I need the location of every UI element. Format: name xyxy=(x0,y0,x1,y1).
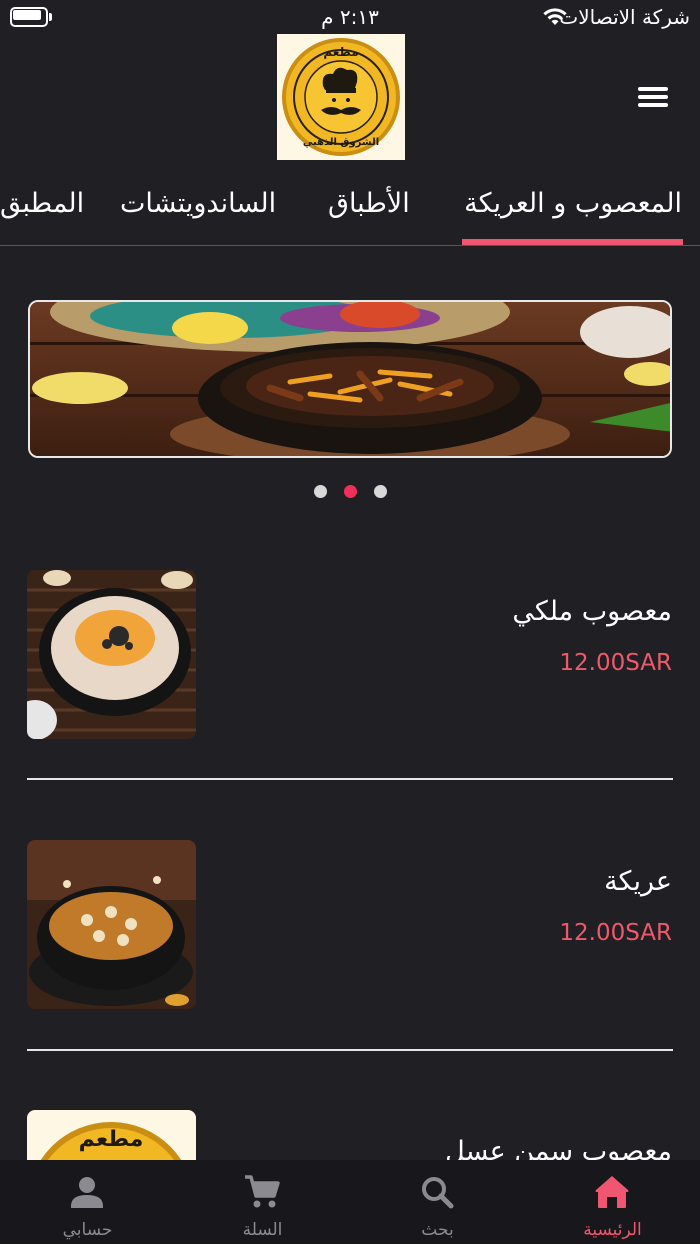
promo-banner-image[interactable] xyxy=(28,300,672,458)
logo-text-top: مطعم xyxy=(323,45,358,59)
category-tabs: المعصوب و العريكة الأطباق الساندويتشات ا… xyxy=(0,170,700,246)
nav-cart[interactable]: السلة xyxy=(175,1160,350,1244)
tab-mutabbaq[interactable]: المطبق xyxy=(0,188,84,219)
nav-account[interactable]: حسابي xyxy=(0,1160,175,1244)
nav-account-label: حسابي xyxy=(62,1220,113,1240)
divider xyxy=(27,778,673,780)
product-name: معصوب سمن عسل xyxy=(445,1136,672,1160)
product-name: عريكة xyxy=(604,866,672,897)
status-bar: ٢:١٣ م شركة الاتصالات xyxy=(0,0,700,34)
nav-cart-label: السلة xyxy=(242,1220,283,1240)
nav-search[interactable]: بحث xyxy=(350,1160,525,1244)
nav-home[interactable]: الرئيسية xyxy=(525,1160,700,1244)
logo-text-bottom: الشروق الذهبي xyxy=(303,137,379,148)
divider xyxy=(27,1049,673,1051)
search-icon xyxy=(422,1177,454,1209)
person-icon xyxy=(71,1177,103,1208)
product-name: معصوب ملكي xyxy=(512,596,672,627)
tab-dishes[interactable]: الأطباق xyxy=(328,188,410,219)
product-item[interactable]: مطعم معصوب سمن عسل xyxy=(0,1110,700,1160)
tab-masoub-areeka[interactable]: المعصوب و العريكة xyxy=(464,188,682,219)
product-image xyxy=(27,570,196,739)
carrier-name: شركة الاتصالات xyxy=(559,5,690,29)
product-price: 12.00SAR xyxy=(559,920,672,946)
logo-text-top: مطعم xyxy=(79,1127,144,1152)
carousel-dot-active[interactable] xyxy=(344,485,357,498)
active-tab-indicator xyxy=(462,239,683,245)
product-price: 12.00SAR xyxy=(559,650,672,676)
cart-icon xyxy=(245,1175,280,1208)
menu-button[interactable] xyxy=(630,80,674,114)
restaurant-logo: مطعم الشروق الذهبي xyxy=(277,34,405,160)
app-screen: ٢:١٣ م شركة الاتصالات مطعم الشروق الذهبي xyxy=(0,0,700,1244)
carousel-dot[interactable] xyxy=(374,485,387,498)
carousel-dot[interactable] xyxy=(314,485,327,498)
bottom-navigation: الرئيسية بحث السلة حسابي xyxy=(0,1160,700,1244)
product-item[interactable]: عريكة 12.00SAR xyxy=(0,840,700,1010)
product-item[interactable]: معصوب ملكي 12.00SAR xyxy=(0,570,700,740)
nav-search-label: بحث xyxy=(421,1220,454,1240)
product-image xyxy=(27,840,196,1009)
nav-home-label: الرئيسية xyxy=(583,1220,642,1240)
home-icon xyxy=(595,1176,629,1208)
carousel-dots xyxy=(0,485,700,499)
tab-sandwiches[interactable]: الساندويتشات xyxy=(120,188,276,219)
product-image: مطعم xyxy=(27,1110,196,1160)
